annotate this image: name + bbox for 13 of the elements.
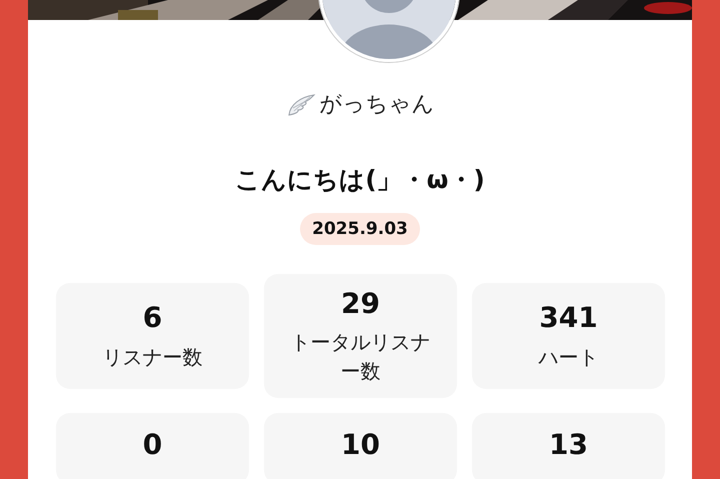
stat-label: トータルリスナー数 bbox=[290, 329, 432, 386]
stat-label: ハート bbox=[537, 344, 600, 371]
stat-value: 29 bbox=[340, 286, 381, 322]
user-name: がっちゃん bbox=[320, 91, 434, 119]
stat-value: 341 bbox=[538, 300, 599, 336]
wing-icon bbox=[286, 92, 316, 116]
stat-value: 6 bbox=[142, 300, 164, 336]
stat-value: 10 bbox=[340, 427, 381, 464]
stat-label: リスナー数 bbox=[102, 344, 204, 371]
greeting-text: こんにちは(」・ω・) bbox=[235, 165, 485, 194]
date-badge: 2025.9.03 bbox=[300, 212, 420, 244]
stat-value: 13 bbox=[548, 427, 589, 464]
stat-value: 0 bbox=[142, 427, 164, 464]
